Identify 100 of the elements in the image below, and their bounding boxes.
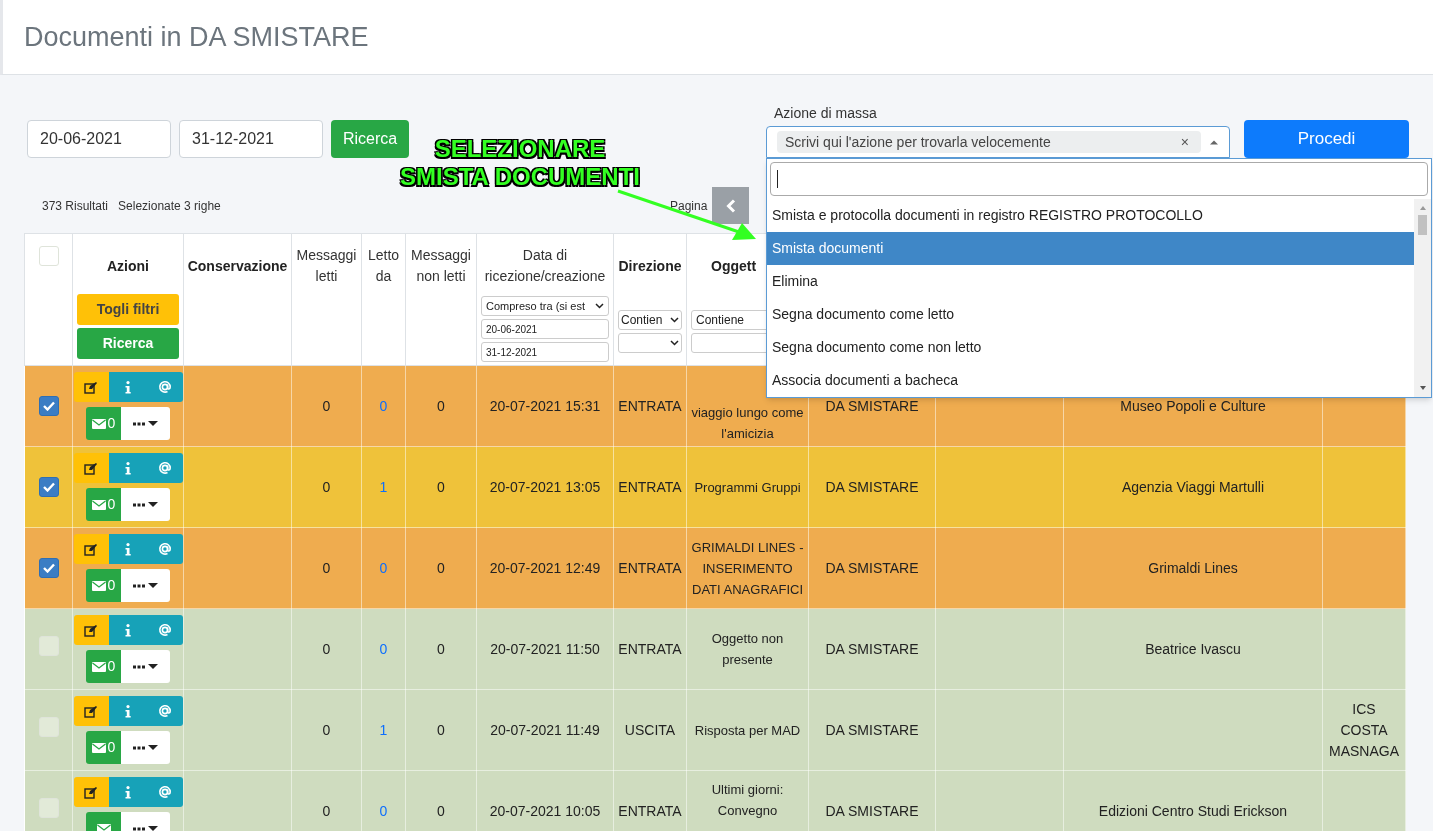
chevron-left-icon bbox=[725, 198, 736, 213]
table-cell: 0 bbox=[437, 802, 445, 819]
edit-button[interactable] bbox=[73, 453, 109, 483]
field-label: Azione di massa bbox=[774, 104, 878, 123]
selection-count: Selezionate 3 righe bbox=[118, 197, 221, 215]
date-mode-select[interactable]: Compreso tra (si est bbox=[481, 296, 609, 316]
table-cell: Agenzia Viaggi Martulli bbox=[1121, 478, 1265, 495]
at-sign-icon bbox=[157, 785, 172, 799]
ellipsis-icon bbox=[133, 583, 145, 588]
table-cell: 20-07-2021 11:50 bbox=[490, 640, 600, 657]
edit-icon bbox=[84, 785, 98, 799]
direction-mode-select[interactable]: Contien bbox=[618, 310, 682, 330]
info-icon bbox=[124, 461, 131, 475]
column-header: Direzione bbox=[618, 256, 682, 276]
table-cell: 0 bbox=[437, 721, 445, 738]
email-button[interactable] bbox=[146, 534, 183, 564]
table-cell-text: GRIMALDI LINES - INSERIMENTO DATI ANAGRAFICI bbox=[690, 538, 805, 599]
table-cell: Museo Popoli e Culture bbox=[1120, 397, 1266, 414]
envelope-icon bbox=[91, 742, 106, 753]
checkbox[interactable] bbox=[38, 395, 59, 416]
caret-down-icon bbox=[148, 502, 158, 507]
table-row[interactable]: 0 0 1 0 20-07-2021 13:05 ENTRATA Programmi Gruppi DA SMISTARE Agenzia Viaggi Martulli bbox=[24, 446, 1406, 528]
more-menu-button[interactable] bbox=[121, 731, 170, 764]
scrollbar-thumb[interactable] bbox=[1418, 215, 1427, 235]
email-button[interactable] bbox=[146, 777, 183, 807]
direction-select[interactable] bbox=[618, 333, 682, 353]
date-from-field[interactable]: 20-06-2021 bbox=[481, 319, 609, 339]
column-header: Oggett bbox=[711, 256, 757, 276]
chevron-down-icon bbox=[595, 303, 604, 309]
envelope-icon bbox=[91, 661, 106, 672]
more-menu-button[interactable] bbox=[121, 488, 170, 521]
table-cell: DA SMISTARE bbox=[825, 478, 919, 495]
table-cell: Edizioni Centro Studi Erickson bbox=[1098, 802, 1288, 819]
date-field[interactable]: 20-06-2021 bbox=[27, 120, 171, 158]
table-cell: Grimaldi Lines bbox=[1148, 559, 1238, 576]
more-menu-button[interactable] bbox=[121, 569, 170, 602]
table-cell: USCITA bbox=[624, 721, 676, 738]
table-cell: DA SMISTARE bbox=[825, 721, 919, 738]
table-cell: 0 bbox=[322, 640, 331, 657]
table-cell: 20-07-2021 15:31 bbox=[489, 397, 601, 414]
caret-down-icon bbox=[148, 826, 158, 831]
info-icon bbox=[124, 542, 131, 556]
table-row[interactable]: 0 0 1 0 20-07-2021 11:49 USCITA Risposta per MAD DA SMISTARE ICS COSTA MASNAGA bbox=[24, 689, 1406, 771]
table-cell: 0 bbox=[322, 721, 331, 738]
column-header: Azioni bbox=[107, 256, 149, 276]
check-icon bbox=[42, 481, 55, 492]
info-icon bbox=[124, 623, 131, 637]
edit-icon bbox=[84, 542, 98, 556]
email-button[interactable] bbox=[146, 453, 183, 483]
clear-button[interactable]: × bbox=[1176, 131, 1193, 153]
email-button[interactable] bbox=[146, 615, 183, 645]
chevron-down-icon bbox=[670, 340, 679, 346]
proceed-button[interactable]: Procedi bbox=[1244, 120, 1409, 158]
at-sign-icon bbox=[157, 704, 172, 718]
edit-icon bbox=[84, 623, 98, 637]
checkbox[interactable] bbox=[38, 476, 59, 497]
info-icon bbox=[124, 380, 131, 394]
at-sign-icon bbox=[157, 623, 172, 637]
table-row[interactable]: 0 0 0 0 20-07-2021 12:49 ENTRATA GRIMALDI LINES - INSERIMENTO DATI ANAGRAFICI DA SMISTARE Grimaldi Lines bbox=[24, 527, 1406, 609]
table-row[interactable]: 0 0 0 20-07-2021 10:05 ENTRATA Ultimi giorni: Convegno DA SMISTARE Edizioni Centro Studi Erickson bbox=[24, 770, 1406, 831]
table-cell: DA SMISTARE bbox=[825, 559, 919, 576]
edit-button[interactable] bbox=[73, 615, 109, 645]
email-button[interactable] bbox=[146, 372, 183, 402]
date-field[interactable]: 31-12-2021 bbox=[179, 120, 323, 158]
clear-filters-button[interactable]: Togli filtri bbox=[77, 294, 179, 325]
table-cell: ENTRATA bbox=[618, 397, 682, 414]
scrollbar[interactable] bbox=[1414, 199, 1431, 397]
at-sign-icon bbox=[157, 542, 172, 556]
edit-button[interactable] bbox=[73, 372, 109, 402]
more-menu-button[interactable] bbox=[121, 407, 170, 440]
dropdown-option[interactable]: Smista e protocolla documenti in registro REGISTRO PROTOCOLLO bbox=[767, 199, 1414, 232]
table-cell: ENTRATA bbox=[618, 478, 682, 495]
at-sign-icon bbox=[157, 461, 172, 475]
checkbox[interactable] bbox=[38, 557, 59, 578]
edit-button[interactable] bbox=[73, 696, 109, 726]
ellipsis-icon bbox=[133, 664, 145, 669]
more-menu-button[interactable] bbox=[121, 650, 170, 683]
caret-down-icon bbox=[148, 664, 158, 669]
column-header: Conservazione bbox=[187, 256, 288, 276]
previous-page-button[interactable] bbox=[712, 187, 750, 224]
table-cell-text: Oggetto non presente bbox=[710, 630, 785, 669]
edit-button[interactable] bbox=[73, 777, 109, 807]
envelope-icon bbox=[91, 418, 106, 429]
caret-down-icon bbox=[148, 583, 158, 588]
caret-down-icon bbox=[148, 421, 158, 426]
dropdown-option[interactable]: Segna documento come non letto bbox=[767, 331, 1414, 364]
edit-button[interactable] bbox=[73, 534, 109, 564]
dropdown-option[interactable]: Elimina bbox=[767, 265, 1414, 298]
ellipsis-icon bbox=[133, 826, 145, 831]
table-cell: Beatrice Ivascu bbox=[1145, 640, 1241, 657]
date-to-field[interactable]: 31-12-2021 bbox=[481, 342, 609, 362]
search-field[interactable] bbox=[770, 162, 1428, 196]
caret-down-icon bbox=[148, 745, 158, 750]
check-icon bbox=[42, 400, 55, 411]
column-header: Messaggi non letti bbox=[410, 246, 472, 286]
pagination-label: Pagina bbox=[670, 197, 708, 215]
email-button[interactable] bbox=[146, 696, 183, 726]
mass-action-select[interactable]: Scrivi qui l'azione per trovarla velocemente × bbox=[766, 126, 1230, 158]
dropdown-option[interactable]: Smista documenti bbox=[767, 232, 1414, 265]
table-row[interactable]: 0 0 0 0 20-07-2021 11:50 ENTRATA Oggetto non presente DA SMISTARE Beatrice Ivascu bbox=[24, 608, 1406, 690]
